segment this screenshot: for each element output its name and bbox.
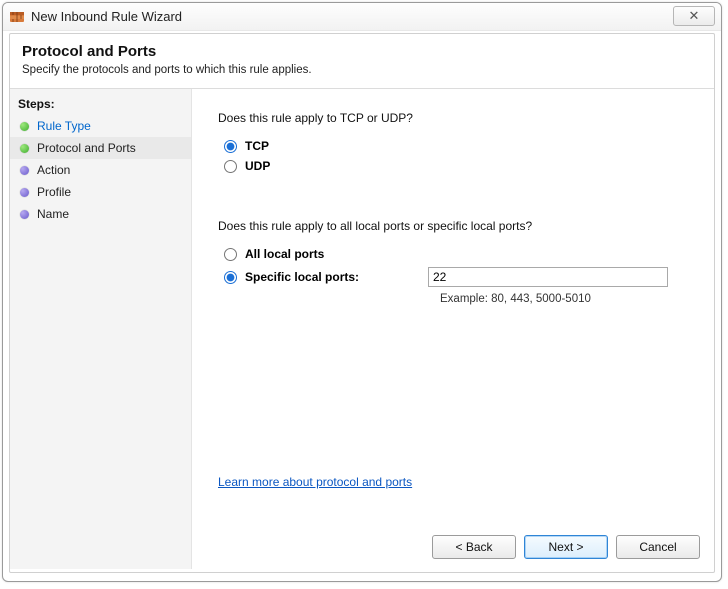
sidebar-item-name: Name <box>10 203 191 225</box>
page-title: Protocol and Ports <box>22 43 702 60</box>
radio-row-specific-ports[interactable]: Specific local ports: <box>224 267 688 287</box>
step-bullet-icon <box>20 122 29 131</box>
specific-ports-input[interactable] <box>428 267 668 287</box>
page-header: Protocol and Ports Specify the protocols… <box>10 34 714 89</box>
question-protocol: Does this rule apply to TCP or UDP? <box>218 111 688 125</box>
main-panel: Does this rule apply to TCP or UDP? TCP … <box>192 89 714 569</box>
radio-all-ports[interactable] <box>224 248 237 261</box>
close-button[interactable]: ✕ <box>673 6 715 26</box>
sidebar-title: Steps: <box>10 93 191 115</box>
sidebar-item-label: Profile <box>37 185 71 199</box>
radio-specific-ports-label: Specific local ports: <box>245 270 359 284</box>
sidebar-item-rule-type[interactable]: Rule Type <box>10 115 191 137</box>
close-icon: ✕ <box>689 8 700 24</box>
radio-tcp[interactable] <box>224 140 237 153</box>
radio-row-tcp[interactable]: TCP <box>224 139 688 153</box>
radio-all-ports-label: All local ports <box>245 247 324 261</box>
radio-udp[interactable] <box>224 160 237 173</box>
radio-tcp-label: TCP <box>245 139 269 153</box>
wizard-body: Protocol and Ports Specify the protocols… <box>9 33 715 573</box>
sidebar-item-protocol-ports[interactable]: Protocol and Ports <box>10 137 191 159</box>
radio-udp-label: UDP <box>245 159 270 173</box>
step-bullet-icon <box>20 188 29 197</box>
back-button[interactable]: < Back <box>432 535 516 559</box>
ports-example-text: Example: 80, 443, 5000-5010 <box>440 293 688 305</box>
sidebar-item-label: Name <box>37 207 69 221</box>
titlebar: New Inbound Rule Wizard ✕ <box>3 3 721 31</box>
learn-more-link[interactable]: Learn more about protocol and ports <box>218 475 412 489</box>
steps-sidebar: Steps: Rule Type Protocol and Ports Acti… <box>10 89 192 569</box>
radio-row-udp[interactable]: UDP <box>224 159 688 173</box>
sidebar-item-action: Action <box>10 159 191 181</box>
next-button[interactable]: Next > <box>524 535 608 559</box>
radio-specific-ports[interactable] <box>224 271 237 284</box>
radio-row-all-ports[interactable]: All local ports <box>224 247 688 261</box>
question-ports: Does this rule apply to all local ports … <box>218 219 688 233</box>
sidebar-item-profile: Profile <box>10 181 191 203</box>
page-subtitle: Specify the protocols and ports to which… <box>22 64 702 76</box>
sidebar-item-label: Rule Type <box>37 119 91 133</box>
firewall-icon <box>9 9 25 25</box>
cancel-button[interactable]: Cancel <box>616 535 700 559</box>
wizard-window: New Inbound Rule Wizard ✕ Protocol and P… <box>2 2 722 582</box>
window-title: New Inbound Rule Wizard <box>31 9 182 24</box>
sidebar-item-label: Action <box>37 163 70 177</box>
step-bullet-icon <box>20 144 29 153</box>
sidebar-item-label: Protocol and Ports <box>37 141 136 155</box>
button-row: < Back Next > Cancel <box>432 535 700 559</box>
step-bullet-icon <box>20 166 29 175</box>
step-bullet-icon <box>20 210 29 219</box>
